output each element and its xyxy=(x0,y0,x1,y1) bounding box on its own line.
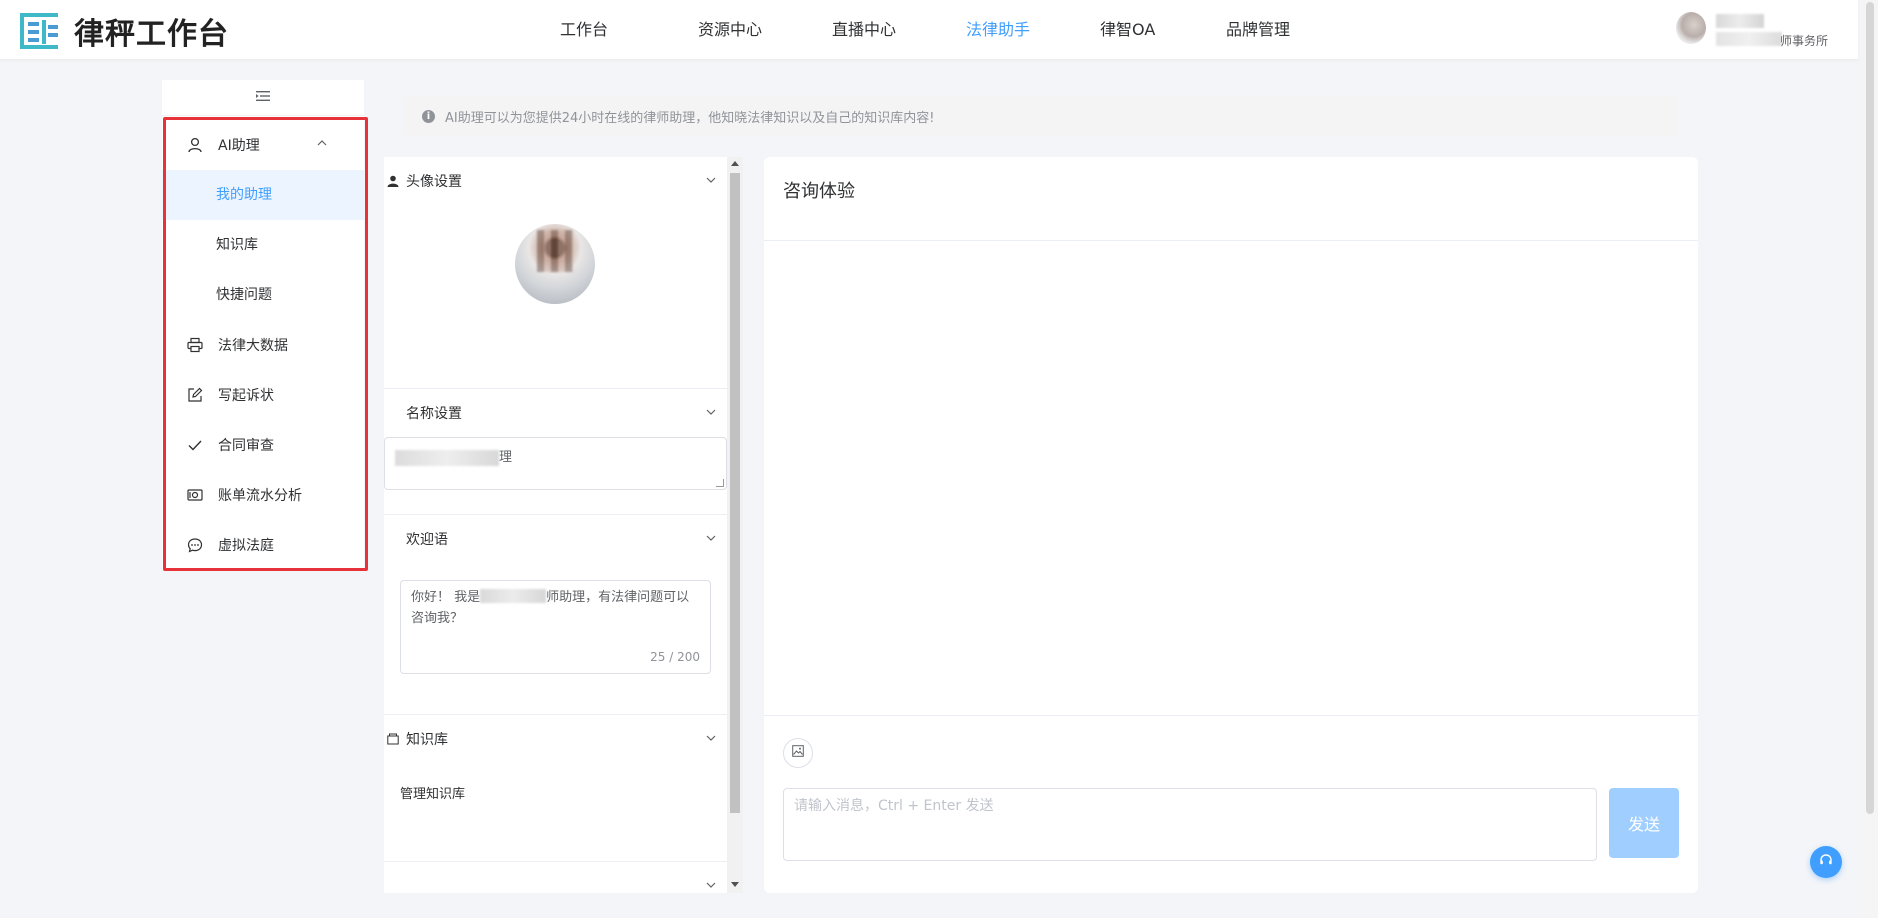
chat-dots-icon xyxy=(186,536,204,554)
sidebar-item-my-assistant[interactable]: 我的助理 xyxy=(162,170,364,220)
section-title: 头像设置 xyxy=(406,174,462,190)
avatar[interactable] xyxy=(1676,12,1706,44)
chevron-down-icon xyxy=(705,406,717,422)
manage-knowledge-base-link[interactable]: 管理知识库 xyxy=(400,783,465,802)
check-icon xyxy=(186,436,204,454)
user-filled-icon xyxy=(386,174,400,188)
welcome-redacted xyxy=(480,589,547,603)
sidebar: AI助理 我的助理 知识库 快捷问题 法律大数据 写起诉状 合同审查 账单流水分… xyxy=(162,80,364,570)
sidebar-group-ai-assistant[interactable]: AI助理 xyxy=(162,120,364,170)
printer-icon xyxy=(186,336,204,354)
logo: 律秤工作台 xyxy=(20,9,229,53)
avatar-settings-header[interactable]: 头像设置 xyxy=(384,157,727,205)
scroll-thumb[interactable] xyxy=(730,173,740,813)
welcome-message-field[interactable]: 你好！ 我是 师助理，有法律问题可以咨询我？ 25 / 200 xyxy=(400,580,711,674)
chevron-down-icon xyxy=(705,879,717,893)
welcome-text-before: 你好！ 我是 xyxy=(411,590,481,605)
user-menu[interactable]: 师事务所 xyxy=(1676,12,1836,48)
sidebar-item-bill-analysis[interactable]: 账单流水分析 xyxy=(162,470,364,520)
nav-legal-assistant[interactable]: 法律助手 xyxy=(966,0,1100,60)
divider xyxy=(764,240,1698,241)
name-settings-header[interactable]: 名称设置 xyxy=(384,389,727,437)
user-name-redacted xyxy=(1716,14,1764,28)
nav-live-center[interactable]: 直播中心 xyxy=(832,0,966,60)
nav-lvzhi-oa[interactable]: 律智OA xyxy=(1100,0,1226,60)
info-alert: i AI助理可以为您提供24小时在线的律师助理，他知晓法律知识以及自己的知识库内… xyxy=(404,96,1678,136)
sidebar-item-label: 账单流水分析 xyxy=(218,488,302,504)
upload-image-button[interactable] xyxy=(783,738,813,768)
sidebar-group-label: AI助理 xyxy=(218,138,260,154)
sidebar-item-contract-review[interactable]: 合同审查 xyxy=(162,420,364,470)
section-title: 欢迎语 xyxy=(406,532,448,548)
chevron-down-icon xyxy=(705,532,717,548)
image-icon xyxy=(792,745,804,761)
app-title: 律秤工作台 xyxy=(74,17,229,52)
send-button[interactable]: 发送 xyxy=(1609,788,1679,858)
nav-brand-management[interactable]: 品牌管理 xyxy=(1226,0,1326,60)
chat-title: 咨询体验 xyxy=(783,181,855,202)
sidebar-toggle[interactable] xyxy=(162,80,364,116)
page-scroll-thumb[interactable] xyxy=(1866,2,1874,814)
sidebar-item-write-complaint[interactable]: 写起诉状 xyxy=(162,370,364,420)
top-header: 律秤工作台 工作台 资源中心 直播中心 法律助手 律智OA 品牌管理 师事务所 xyxy=(0,0,1858,60)
chat-panel: 咨询体验 请输入消息，Ctrl + Enter 发送 发送 xyxy=(764,157,1698,893)
edit-icon xyxy=(186,386,204,404)
assistant-avatar[interactable] xyxy=(515,224,595,304)
knowledge-base-header[interactable]: 知识库 xyxy=(384,715,727,763)
scroll-up-arrow-icon[interactable] xyxy=(731,161,739,166)
settings-scrollbar[interactable] xyxy=(727,157,743,893)
name-redacted xyxy=(395,449,499,466)
char-counter: 25 / 200 xyxy=(650,650,700,664)
sidebar-item-label: 法律大数据 xyxy=(218,338,288,354)
money-icon xyxy=(186,486,204,504)
customer-service-button[interactable] xyxy=(1810,846,1842,878)
user-icon xyxy=(186,136,204,154)
nav-resource-center[interactable]: 资源中心 xyxy=(698,0,832,60)
sidebar-item-quick-questions[interactable]: 快捷问题 xyxy=(162,270,364,320)
message-input[interactable]: 请输入消息，Ctrl + Enter 发送 xyxy=(783,788,1597,861)
headset-icon xyxy=(1819,853,1833,871)
top-nav: 工作台 资源中心 直播中心 法律助手 律智OA 品牌管理 xyxy=(560,0,1326,60)
alert-text: AI助理可以为您提供24小时在线的律师助理，他知晓法律知识以及自己的知识库内容! xyxy=(445,110,935,126)
sidebar-item-virtual-court[interactable]: 虚拟法庭 xyxy=(162,520,364,570)
divider xyxy=(764,715,1698,716)
chevron-up-icon xyxy=(316,137,328,153)
avatar-redacted xyxy=(537,230,573,272)
user-firm-redacted xyxy=(1716,32,1782,46)
sidebar-item-knowledge-base[interactable]: 知识库 xyxy=(162,220,364,270)
logo-mark-icon xyxy=(20,11,58,51)
sidebar-item-label: 合同审查 xyxy=(218,438,274,454)
section-title: 知识库 xyxy=(406,732,448,748)
box-icon xyxy=(386,732,400,746)
nav-workbench[interactable]: 工作台 xyxy=(560,0,698,60)
sidebar-item-label: 虚拟法庭 xyxy=(218,538,274,554)
welcome-settings-header[interactable]: 欢迎语 xyxy=(384,515,727,563)
assistant-name-field[interactable]: 理 xyxy=(384,437,727,490)
user-firm: 师事务所 xyxy=(1780,34,1829,48)
menu-fold-icon[interactable] xyxy=(256,90,270,106)
sidebar-item-label: 写起诉状 xyxy=(218,388,274,404)
section-title: 名称设置 xyxy=(406,406,462,422)
name-suffix: 理 xyxy=(499,450,513,465)
chevron-down-icon xyxy=(705,732,717,748)
page-scrollbar[interactable] xyxy=(1862,0,1878,918)
chevron-down-icon xyxy=(705,174,717,190)
resize-handle[interactable] xyxy=(716,479,724,487)
sidebar-item-legal-big-data[interactable]: 法律大数据 xyxy=(162,320,364,370)
assistant-settings-panel: 头像设置 名称设置 理 欢迎语 你好！ 我是 师助理，有法律问题可以咨询我？ 25… xyxy=(384,157,727,893)
next-section-header[interactable] xyxy=(384,862,727,893)
info-icon: i xyxy=(422,109,435,123)
scroll-down-arrow-icon[interactable] xyxy=(731,882,739,887)
